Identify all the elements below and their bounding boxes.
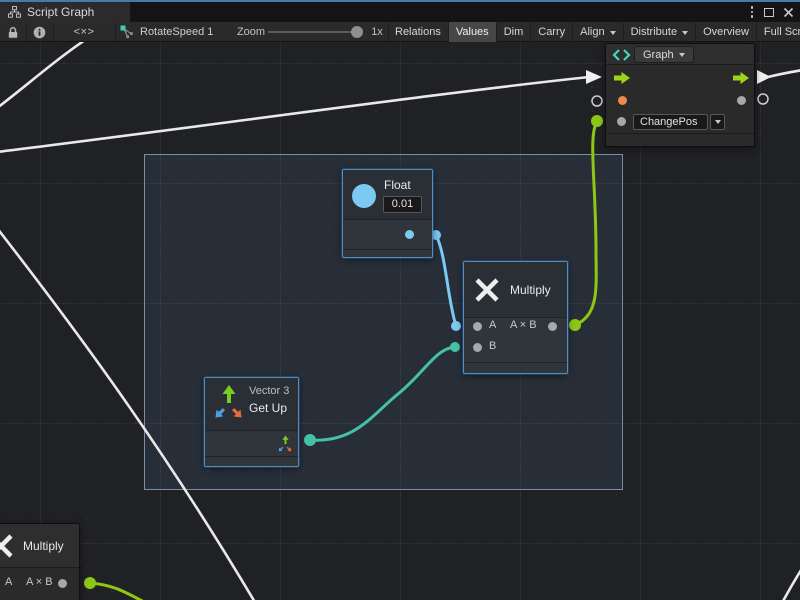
vector3-node-type: Vector 3: [249, 385, 289, 397]
align-button[interactable]: Align: [573, 22, 623, 42]
graph-canvas[interactable]: Float 0.01 Multiply A A × B B: [0, 42, 800, 600]
float-node-footer: [343, 249, 432, 257]
multiply2-icon: [0, 533, 14, 559]
tab-bar: Script Graph: [0, 2, 800, 22]
float-node-header: Float 0.01: [343, 170, 432, 220]
multiply-node[interactable]: Multiply A A × B B: [463, 261, 568, 374]
multiply-node-title: Multiply: [510, 283, 551, 297]
zoom-label: Zoom: [234, 22, 268, 42]
vector3-get-up-node[interactable]: Vector 3 Get Up: [204, 377, 299, 467]
wire-end-green2-start: [84, 577, 96, 589]
toolbar: <×> RotateSpeed 1 Zoom 1x Relations Valu…: [0, 22, 800, 42]
port-ring-right[interactable]: [758, 94, 768, 104]
zoom-slider-handle[interactable]: [351, 26, 363, 38]
changepos-caret-icon: [715, 120, 721, 124]
multiply-input-a-label: A: [489, 319, 496, 331]
graph-reference-button[interactable]: RotateSpeed 1: [120, 22, 220, 42]
multiply-node-body: A A × B B: [464, 318, 567, 362]
distribute-caret-icon: [682, 31, 688, 35]
changepos-dropdown-button[interactable]: [710, 114, 725, 130]
graph-node[interactable]: Graph ChangePos: [605, 43, 755, 147]
relations-button[interactable]: Relations: [388, 22, 449, 42]
toolbar-button-group: Relations Values Dim Carry Align Distrib…: [388, 22, 800, 42]
vector3-node-title: Get Up: [249, 401, 287, 415]
graph-node-body: ChangePos: [606, 65, 754, 133]
graph-extra-port[interactable]: [617, 117, 626, 126]
info-button[interactable]: [26, 22, 53, 42]
multiply-output-label: A × B: [510, 319, 537, 331]
graph-reference-label: RotateSpeed 1: [140, 26, 213, 38]
graph-reference-icon: [120, 25, 134, 39]
align-caret-icon: [610, 31, 616, 35]
float-node-title: Float: [384, 178, 411, 192]
vector3-output-port-icon[interactable]: [276, 435, 294, 453]
control-input-arrow-icon[interactable]: [614, 72, 631, 84]
multiply-node-header: Multiply: [464, 262, 567, 318]
float-output-port[interactable]: [405, 230, 414, 239]
window-controls: [749, 2, 795, 22]
changepos-variable-field[interactable]: ChangePos: [633, 114, 708, 130]
vector3-node-body: [205, 431, 298, 456]
zoom-slider-track[interactable]: [268, 31, 358, 33]
float-node-body: [343, 220, 432, 249]
zoom-value: 1x: [366, 22, 388, 42]
info-icon: [33, 26, 46, 39]
graph-dropdown-button[interactable]: Graph: [634, 46, 694, 63]
multiply2-node-title: Multiply: [23, 539, 64, 553]
wire-multiply2-out: [90, 583, 150, 600]
maximize-icon[interactable]: [764, 8, 774, 17]
script-graph-window: Script Graph <×>: [0, 0, 800, 600]
edit-source-button[interactable]: <×>: [53, 22, 115, 42]
values-button[interactable]: Values: [449, 22, 497, 42]
port-ring-left[interactable]: [592, 96, 602, 106]
window-menu-icon[interactable]: [749, 4, 756, 20]
multiply2-output-label: A × B: [26, 576, 53, 588]
lock-button[interactable]: [0, 22, 26, 42]
graph-node-footer: [606, 133, 754, 141]
changepos-input-port[interactable]: [618, 96, 627, 105]
graph-code-icon: [612, 48, 631, 62]
overview-button[interactable]: Overview: [696, 22, 757, 42]
multiply-icon: [474, 277, 500, 303]
wire-white-to-graph-node: [0, 77, 589, 152]
multiply-input-b-label: B: [489, 340, 496, 352]
vector3-icon: [212, 385, 248, 423]
wire-white-corner: [782, 567, 800, 600]
multiply-node-footer: [464, 362, 567, 370]
graph-caret-icon: [679, 53, 685, 57]
wire-arrowhead-graph-in: [586, 70, 602, 84]
graph-node-header: Graph: [606, 44, 754, 65]
multiply-node-2[interactable]: Multiply A A × B: [0, 523, 80, 600]
graph-value-output-port[interactable]: [737, 96, 746, 105]
lock-icon: [7, 26, 19, 39]
float-type-icon: [352, 184, 376, 208]
wire-end-green-end: [591, 115, 603, 127]
dim-button[interactable]: Dim: [497, 22, 532, 42]
vector3-node-header: Vector 3 Get Up: [205, 378, 298, 431]
multiply2-node-body: A A × B: [0, 568, 79, 600]
multiply-output-port[interactable]: [548, 322, 557, 331]
multiply2-output-port[interactable]: [58, 579, 67, 588]
distribute-button[interactable]: Distribute: [624, 22, 696, 42]
multiply2-node-header: Multiply: [0, 524, 79, 568]
carry-button[interactable]: Carry: [531, 22, 573, 42]
control-output-arrow-icon[interactable]: [733, 72, 750, 84]
graph-dropdown-label: Graph: [643, 49, 674, 61]
wire-white-upper-left: [0, 42, 88, 108]
float-value-input[interactable]: 0.01: [383, 196, 422, 213]
fullscreen-button[interactable]: Full Screen: [757, 22, 800, 42]
multiply2-input-a-label: A: [5, 576, 12, 588]
tab-script-graph[interactable]: Script Graph: [0, 2, 130, 22]
tab-label: Script Graph: [27, 5, 94, 19]
vector3-node-footer: [205, 456, 298, 464]
multiply-input-b-port[interactable]: [473, 343, 482, 352]
script-graph-icon: [8, 6, 21, 18]
multiply-input-a-port[interactable]: [473, 322, 482, 331]
float-node[interactable]: Float 0.01: [342, 169, 433, 258]
close-icon[interactable]: [783, 7, 794, 18]
wire-white-right: [768, 70, 800, 77]
wire-arrowhead-graph-out: [757, 70, 771, 84]
